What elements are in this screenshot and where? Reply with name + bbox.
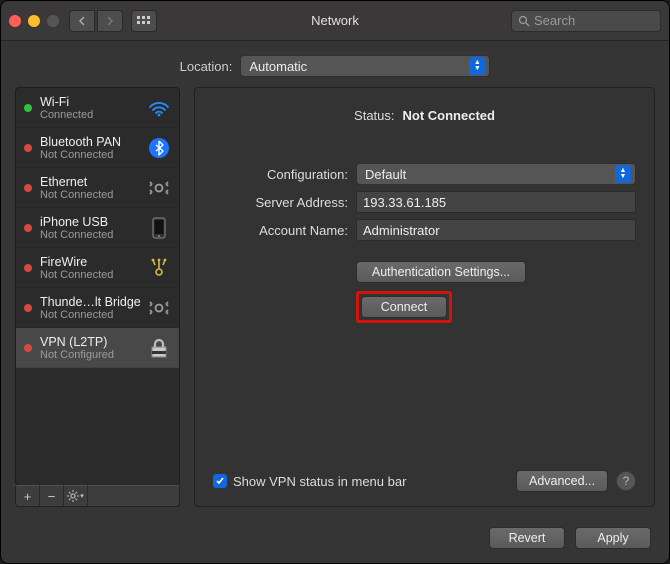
apply-button[interactable]: Apply [575, 527, 651, 549]
status-dot [24, 144, 32, 152]
services-list[interactable]: Wi-FiConnectedBluetooth PANNot Connected… [15, 87, 180, 486]
gear-icon [67, 490, 79, 502]
service-status: Not Connected [40, 309, 143, 321]
sidebar-item-iphone-usb[interactable]: iPhone USBNot Connected [16, 208, 179, 248]
actions-menu-button[interactable]: ▾ [64, 485, 88, 507]
location-select[interactable]: Automatic ▲▼ [240, 55, 490, 77]
updown-icon: ▲▼ [615, 165, 631, 183]
service-status: Not Connected [40, 269, 143, 281]
service-name: Ethernet [40, 175, 143, 189]
sidebar-item-bluetooth-pan[interactable]: Bluetooth PANNot Connected [16, 128, 179, 168]
service-status: Not Connected [40, 149, 143, 161]
show-all-button[interactable] [131, 10, 157, 32]
ethernet-icon [147, 296, 171, 320]
status-dot [24, 304, 32, 312]
service-name: FireWire [40, 255, 143, 269]
sidebar-item-thunde-lt-bridge[interactable]: Thunde…lt BridgeNot Connected [16, 288, 179, 328]
network-preferences-window: Network Search Location: Automatic ▲▼ Wi… [0, 0, 670, 564]
status-dot [24, 264, 32, 272]
sidebar: Wi-FiConnectedBluetooth PANNot Connected… [15, 87, 180, 507]
status-dot [24, 104, 32, 112]
search-icon [518, 15, 530, 27]
firewire-icon [147, 256, 171, 280]
bluetooth-icon [147, 136, 171, 160]
service-status: Not Connected [40, 189, 143, 201]
service-name: Thunde…lt Bridge [40, 295, 143, 309]
status-dot [24, 344, 32, 352]
service-name: VPN (L2TP) [40, 335, 143, 349]
sidebar-item-firewire[interactable]: FireWireNot Connected [16, 248, 179, 288]
account-name-label: Account Name: [213, 223, 348, 238]
bottom-row: Show VPN status in menu bar Advanced... … [213, 460, 636, 492]
search-input[interactable]: Search [511, 10, 661, 32]
titlebar: Network Search [1, 1, 669, 41]
phone-icon [147, 216, 171, 240]
remove-service-button[interactable]: − [40, 485, 64, 507]
sidebar-item-vpn-l2tp-[interactable]: VPN (L2TP)Not Configured [16, 328, 179, 368]
show-vpn-label: Show VPN status in menu bar [233, 474, 406, 489]
minimize-window-button[interactable] [28, 15, 40, 27]
service-name: iPhone USB [40, 215, 143, 229]
service-status: Not Connected [40, 229, 143, 241]
status-row: Status: Not Connected [213, 108, 636, 123]
action-buttons: Authentication Settings... Connect [356, 261, 636, 323]
close-window-button[interactable] [9, 15, 21, 27]
server-address-input[interactable]: 193.33.61.185 [356, 191, 636, 213]
forward-button[interactable] [97, 10, 123, 32]
window-title: Network [311, 13, 359, 28]
window-controls [9, 15, 59, 27]
show-vpn-checkbox[interactable] [213, 474, 227, 488]
grid-icon [137, 16, 151, 26]
service-name: Bluetooth PAN [40, 135, 143, 149]
add-service-button[interactable]: + [16, 485, 40, 507]
sidebar-toolbar: + − ▾ [15, 485, 180, 507]
account-name-input[interactable]: Administrator [356, 219, 636, 241]
advanced-button[interactable]: Advanced... [516, 470, 608, 492]
zoom-window-button[interactable] [47, 15, 59, 27]
configuration-value: Default [365, 167, 406, 182]
location-value: Automatic [249, 59, 307, 74]
sidebar-item-wi-fi[interactable]: Wi-FiConnected [16, 88, 179, 128]
connect-highlight: Connect [356, 291, 452, 323]
authentication-settings-button[interactable]: Authentication Settings... [356, 261, 526, 283]
back-button[interactable] [69, 10, 95, 32]
sidebar-item-ethernet[interactable]: EthernetNot Connected [16, 168, 179, 208]
vpn-icon [147, 336, 171, 360]
configuration-select[interactable]: Default ▲▼ [356, 163, 636, 185]
status-value: Not Connected [403, 108, 495, 123]
server-address-label: Server Address: [213, 195, 348, 210]
location-row: Location: Automatic ▲▼ [1, 41, 669, 87]
service-status: Connected [40, 109, 143, 121]
connect-button[interactable]: Connect [361, 296, 447, 318]
service-name: Wi-Fi [40, 95, 143, 109]
help-button[interactable]: ? [616, 471, 636, 491]
status-dot [24, 184, 32, 192]
service-status: Not Configured [40, 349, 143, 361]
detail-panel: Status: Not Connected Configuration: Def… [194, 87, 655, 507]
ethernet-icon [147, 176, 171, 200]
status-label: Status: [354, 108, 394, 123]
status-dot [24, 224, 32, 232]
footer: Revert Apply [1, 517, 669, 563]
location-label: Location: [180, 59, 233, 74]
body: Wi-FiConnectedBluetooth PANNot Connected… [1, 87, 669, 517]
configuration-label: Configuration: [213, 167, 348, 182]
search-placeholder: Search [534, 13, 575, 28]
updown-icon: ▲▼ [469, 57, 485, 75]
wifi-icon [147, 96, 171, 120]
revert-button[interactable]: Revert [489, 527, 565, 549]
check-icon [215, 476, 225, 486]
nav-buttons [69, 10, 123, 32]
